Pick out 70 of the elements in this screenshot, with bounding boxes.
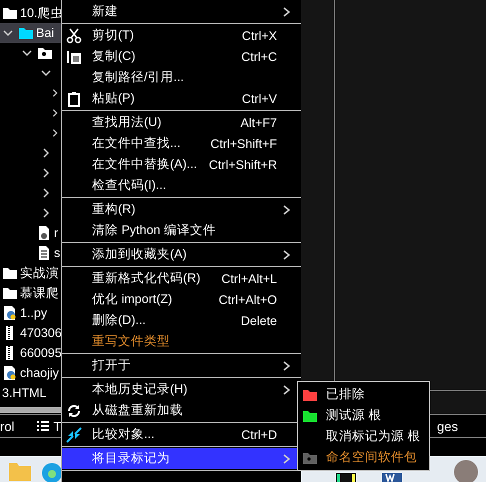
shortcut-label: Ctrl+Alt+O bbox=[218, 292, 277, 306]
shortcut-label: Delete bbox=[240, 314, 277, 328]
shortcut-label: Ctrl+Shift+R bbox=[208, 158, 277, 172]
tree-item[interactable]: chaojiy bbox=[20, 366, 59, 380]
menu-item[interactable]: 在文件中查找... Ctrl+Shift+F bbox=[62, 133, 301, 154]
reload-icon bbox=[66, 402, 82, 418]
menu-item[interactable]: 命名空间软件包 bbox=[298, 447, 429, 468]
menu-item[interactable]: 从磁盘重新加载 bbox=[62, 400, 301, 421]
cut-icon bbox=[66, 28, 82, 44]
tree-item[interactable]: 实战演 bbox=[20, 264, 59, 282]
menu-item[interactable]: 粘贴(P) Ctrl+V bbox=[62, 88, 301, 109]
file-icon bbox=[36, 245, 52, 261]
tree-item[interactable]: 3.HTML bbox=[2, 386, 46, 400]
paste-icon bbox=[66, 90, 82, 106]
tree-item[interactable]: s bbox=[54, 246, 60, 260]
menu-item[interactable]: 本地历史记录(H) bbox=[62, 379, 301, 400]
tree-item[interactable]: 慕课爬 bbox=[20, 284, 59, 302]
menu-item[interactable]: 重构(R) bbox=[62, 199, 301, 220]
menu-item[interactable]: 剪切(T) Ctrl+X bbox=[62, 25, 301, 46]
avatar-icon[interactable] bbox=[452, 458, 480, 482]
chevron-icon[interactable] bbox=[50, 127, 60, 139]
menu-item[interactable]: 重写文件类型 bbox=[62, 331, 301, 352]
tree-item[interactable]: Bai bbox=[36, 26, 54, 40]
folder-icon bbox=[2, 285, 18, 301]
menu-item[interactable]: 已排除 bbox=[298, 384, 429, 405]
tool-window-tab[interactable]: T bbox=[37, 418, 62, 434]
menu-item[interactable]: 优化 import(Z) Ctrl+Alt+O bbox=[62, 289, 301, 310]
tool-window-tab[interactable]: ges bbox=[437, 418, 458, 434]
tree-item[interactable]: 660095 bbox=[20, 346, 62, 360]
menu-item[interactable]: 复制(C) Ctrl+C bbox=[62, 46, 301, 67]
tree-item[interactable]: r bbox=[54, 226, 58, 240]
menu-item[interactable]: 新建 bbox=[62, 1, 301, 22]
python-file-icon bbox=[2, 365, 18, 381]
tree-item[interactable]: 1..py bbox=[20, 306, 48, 320]
menu-item[interactable]: 复制路径/引用... bbox=[62, 67, 301, 88]
shortcut-label: Alt+F7 bbox=[240, 116, 277, 130]
copy-icon bbox=[66, 48, 82, 64]
tree-item[interactable]: 10.爬虫 bbox=[20, 4, 64, 22]
package-icon bbox=[37, 45, 53, 61]
menu-item[interactable]: 测试源 根 bbox=[298, 405, 429, 426]
shortcut-label: Ctrl+D bbox=[241, 428, 277, 442]
menu-item[interactable]: 比较对象... Ctrl+D bbox=[62, 424, 301, 445]
tree-item[interactable]: 470306 bbox=[20, 326, 62, 340]
menu-item[interactable]: 删除(D)... Delete bbox=[62, 310, 301, 331]
chevron-icon[interactable] bbox=[50, 107, 60, 119]
python-file-icon bbox=[2, 305, 18, 321]
menu-item[interactable]: 检查代码(I)... bbox=[62, 175, 301, 196]
shortcut-label: Ctrl+C bbox=[241, 50, 277, 64]
menu-item[interactable]: 重新格式化代码(R) Ctrl+Alt+L bbox=[62, 268, 301, 289]
app-icon[interactable] bbox=[336, 473, 356, 482]
shortcut-label: Ctrl+V bbox=[242, 92, 277, 106]
shortcut-label: Ctrl+X bbox=[242, 28, 277, 42]
compare-icon bbox=[66, 426, 82, 442]
shortcut-label: Ctrl+Alt+L bbox=[221, 272, 277, 286]
folder-icon bbox=[18, 25, 34, 41]
word-icon[interactable] bbox=[382, 473, 402, 482]
tool-window-tab[interactable]: rol bbox=[0, 418, 14, 434]
menu-item[interactable]: 清除 Python 编译文件 bbox=[62, 220, 301, 241]
menu-item[interactable]: 添加到收藏夹(A) bbox=[62, 244, 301, 265]
menu-item[interactable]: 取消标记为源 根 bbox=[298, 426, 429, 447]
folder-icon bbox=[2, 265, 18, 281]
chevron-icon[interactable] bbox=[50, 87, 60, 99]
list-icon bbox=[37, 421, 50, 431]
menu-item[interactable]: 在文件中替换(A)... Ctrl+Shift+R bbox=[62, 154, 301, 175]
folder-icon bbox=[2, 5, 18, 21]
file-icon bbox=[36, 225, 52, 241]
shortcut-label: Ctrl+Shift+F bbox=[210, 136, 277, 150]
browser-icon[interactable] bbox=[40, 460, 64, 482]
menu-item[interactable]: 打开于 bbox=[62, 355, 301, 376]
menu-item[interactable]: 查找用法(U) Alt+F7 bbox=[62, 112, 301, 133]
